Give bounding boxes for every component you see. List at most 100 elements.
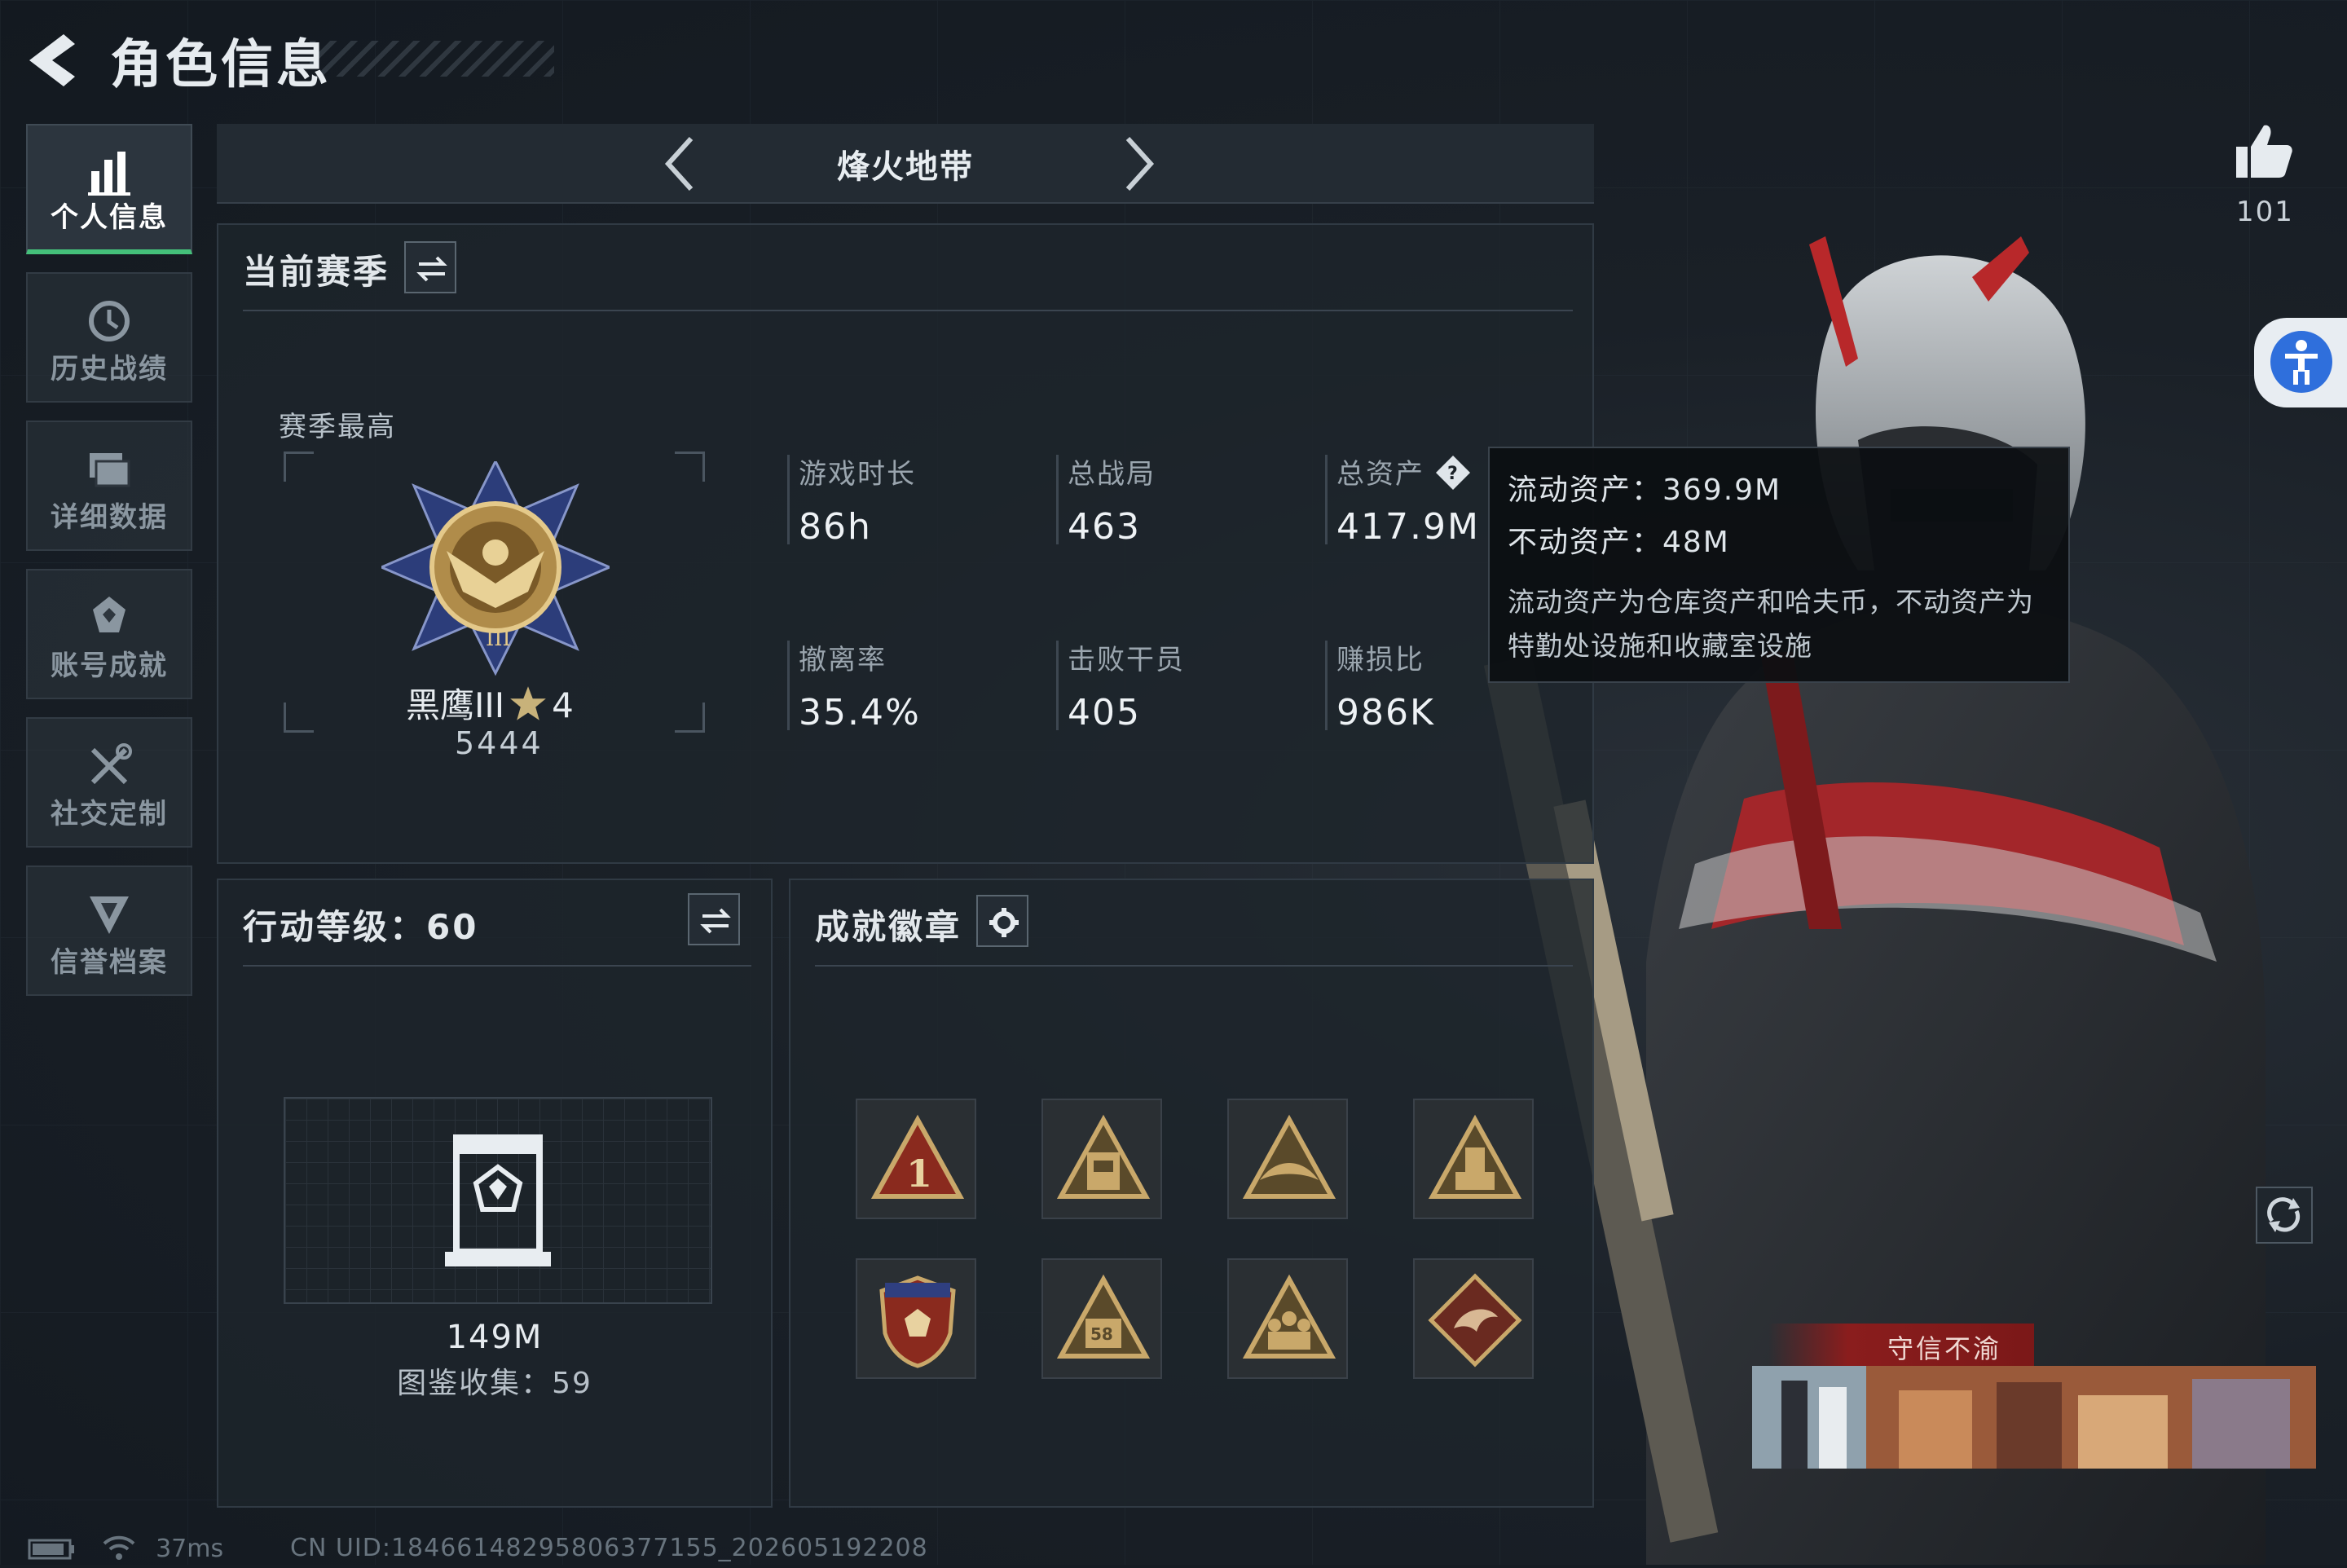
player-uid: CN UID:18466148295806377155_202605192208 [290,1534,928,1562]
page-title: 角色信息 [110,35,332,95]
sidebar-item-achievements[interactable]: 账号成就 [26,569,192,699]
rotate-icon [2267,1197,2301,1232]
rank-title: 黑鹰III [406,685,505,725]
sidebar-item-label: 个人信息 [51,201,168,234]
divider [815,965,1573,967]
badge-settings-button[interactable] [976,895,1028,947]
swap-arrows-icon [416,256,447,282]
star-icon [510,686,547,720]
stat-value: 463 [1068,506,1141,548]
wifi-icon [103,1535,134,1560]
season-best-label: 赛季最高 [279,411,396,443]
stat-play-time: 游戏时长 86h [787,451,916,548]
season-panel: 当前赛季 赛季最高 III 黑鹰III 4 5444 游戏时长 86h 总战局 4… [217,223,1594,864]
rank-medal-icon: III [378,458,613,685]
stat-value: 35.4% [799,692,921,733]
triangle-badge-tower-icon [1428,1114,1522,1199]
stat-total-assets: 总资产? 417.9M [1325,451,1480,548]
total-assets-tooltip: 流动资产：369.9M 不动资产：48M 流动资产为仓库资产和哈夫币，不动资产为… [1488,447,2070,683]
clock-history-icon [28,297,191,346]
stat-value: 405 [1068,692,1141,733]
achievement-icon [28,593,191,642]
badge-slot[interactable] [856,1258,976,1379]
triangle-badge-58-icon: 58 [1056,1274,1151,1359]
diamond-dragon-badge-icon [1428,1273,1522,1368]
action-level-heading: 行动等级：60 [243,907,479,947]
next-map-button[interactable] [1113,135,1162,192]
divider [243,310,1573,311]
frame-corner [675,451,705,482]
collection-case-icon [445,1131,551,1273]
swap-arrows-icon [700,908,731,934]
ping: 37ms [156,1535,224,1563]
sidebar-item-personal-info[interactable]: 个人信息 [26,124,192,254]
like-button[interactable] [2233,121,2295,186]
stat-divider [1056,455,1059,544]
rank-star-count: 4 [552,685,574,725]
gear-icon [989,908,1019,937]
frame-corner [284,451,314,482]
badge-slot[interactable] [1413,1258,1534,1379]
thumbs-up-icon [2236,125,2292,178]
sidebar-item-detail-data[interactable]: 详细数据 [26,421,192,551]
sidebar-item-reputation[interactable]: 信誉档案 [26,865,192,996]
chevron-right-icon [1125,136,1155,192]
triangle-badge-squad-icon [1242,1274,1336,1359]
sidebar-item-social-custom[interactable]: 社交定制 [26,717,192,848]
back-arrow-icon [29,34,75,86]
collection-count: 图鉴收集：59 [397,1367,592,1400]
sidebar-item-label: 账号成就 [51,650,168,682]
rotate-model-button[interactable] [2256,1187,2313,1244]
stat-value: 86h [799,506,872,548]
badge-slot[interactable]: 58 [1041,1258,1162,1379]
svg-text:III: III [486,627,511,651]
triangle-badge-building-icon [1056,1114,1151,1199]
badge-slot[interactable] [1227,1258,1348,1379]
divider [243,965,751,967]
switch-level-button[interactable] [688,893,740,945]
accessibility-button[interactable] [2254,318,2347,407]
liquid-assets: 流动资产：369.9M [1508,473,1782,507]
fixed-assets: 不动资产：48M [1508,526,1730,559]
back-button[interactable] [24,33,90,90]
stat-label: 游戏时长 [799,458,916,491]
switch-season-button[interactable] [404,241,456,293]
sidebar-item-label: 历史战绩 [51,353,168,385]
action-level-panel: 行动等级：60 149M 图鉴收集：59 [217,879,773,1508]
collection-display[interactable] [284,1097,712,1304]
stat-divider [787,641,790,730]
sidebar-item-history[interactable]: 历史战绩 [26,272,192,403]
stat-divider [1325,641,1328,730]
help-icon[interactable]: ? [1434,454,1472,491]
player-title: 守信不渝 [1887,1333,2001,1364]
sidebar-item-label: 详细数据 [51,501,168,534]
collection-value: 149M [446,1319,544,1356]
sidebar-item-label: 社交定制 [51,798,168,830]
season-heading: 当前赛季 [243,252,390,292]
stat-kills: 击败干员 405 [1056,637,1185,733]
triangle-badge-wings-icon [1242,1114,1336,1199]
folder-icon [28,445,191,494]
badge-slot[interactable]: 1 [856,1099,976,1219]
stat-label: 总资产 [1336,458,1424,491]
profile-banner-image[interactable] [1752,1366,2316,1469]
tools-icon [28,742,191,791]
sidebar-item-label: 信誉档案 [51,946,168,979]
triangle-badge-1-icon: 1 [870,1114,965,1199]
stat-label: 赚损比 [1336,644,1424,676]
title-decoration [310,41,554,77]
stat-divider [1056,641,1059,730]
battery-icon [28,1539,74,1560]
rank-name: 黑鹰III 4 [406,678,574,728]
accessibility-icon [2270,331,2332,393]
shield-v-icon [28,890,191,939]
badge-slot[interactable] [1041,1099,1162,1219]
stat-label: 击败干员 [1068,644,1185,676]
rank-score: 5444 [455,725,544,761]
stat-extract-rate: 撤离率 35.4% [787,637,921,733]
badge-slot[interactable] [1413,1099,1534,1219]
badge-slot[interactable] [1227,1099,1348,1219]
sidebar: 个人信息 历史战绩 详细数据 账号成就 社交定制 信誉档案 [26,124,194,1014]
stat-value: 417.9M [1336,506,1480,548]
badges-heading: 成就徽章 [815,907,962,947]
